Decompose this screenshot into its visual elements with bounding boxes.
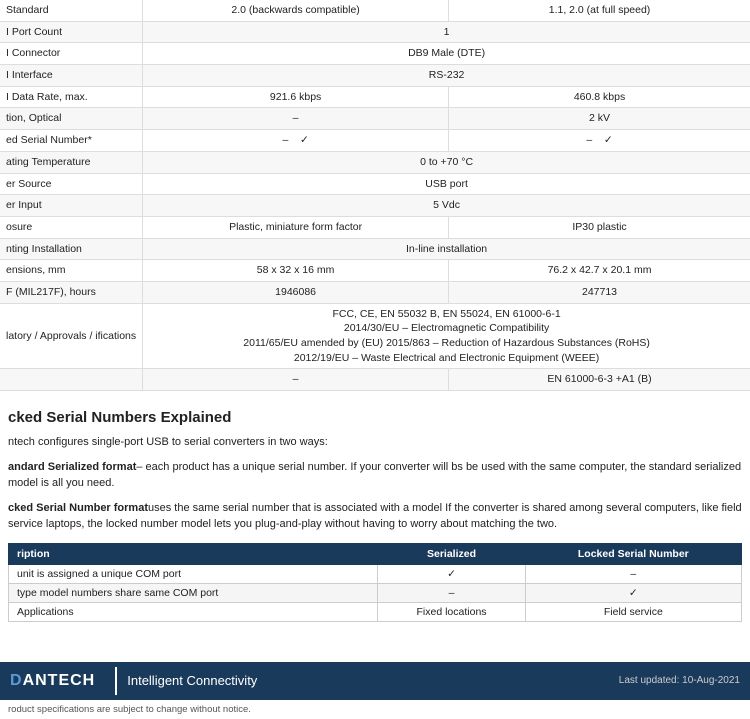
locked-table-header: Locked Serial Number — [525, 543, 741, 564]
spec-value: FCC, CE, EN 55032 B, EN 55024, EN 61000-… — [143, 303, 750, 369]
spec-label: latory / Approvals / ifications — [0, 303, 143, 369]
locked-row-desc: Applications — [9, 602, 378, 621]
footer-last-updated: Last updated: 10-Aug-2021 — [619, 675, 750, 686]
locked-format-text: cked Serial Number formatuses the same s… — [0, 500, 750, 533]
footer-divider — [115, 667, 117, 695]
spec-value: 5 Vdc — [143, 195, 750, 217]
footer-logo-text: DANTECH — [10, 672, 95, 690]
locked-row-serialized: – — [378, 583, 525, 602]
specs-table: Standard2.0 (backwards compatible)1.1, 2… — [0, 0, 750, 391]
spec-label: ed Serial Number* — [0, 130, 143, 152]
spec-label: tion, Optical — [0, 108, 143, 130]
intro-text: ntech configures single-port USB to seri… — [0, 434, 750, 451]
spec-value: 921.6 kbps — [143, 86, 449, 108]
spec-label: nting Installation — [0, 238, 143, 260]
spec-value: DB9 Male (DTE) — [143, 43, 750, 65]
section-heading: cked Serial Numbers Explained — [0, 409, 750, 426]
spec-label: ensions, mm — [0, 260, 143, 282]
locked-table-header: Serialized — [378, 543, 525, 564]
locked-row-locked: ✓ — [525, 583, 741, 602]
spec-value: In-line installation — [143, 238, 750, 260]
locked-table-header: ription — [9, 543, 378, 564]
spec-value: 460.8 kbps — [449, 86, 750, 108]
footer-note: roduct specifications are subject to cha… — [0, 700, 750, 719]
locked-row-desc: type model numbers share same COM port — [9, 583, 378, 602]
footer-tagline: Intelligent Connectivity — [127, 673, 257, 688]
spec-label: F (MIL217F), hours — [0, 281, 143, 303]
spec-label: I Interface — [0, 65, 143, 87]
spec-label: I Data Rate, max. — [0, 86, 143, 108]
locked-section: cked Serial Numbers Explained ntech conf… — [0, 409, 750, 622]
spec-value: RS-232 — [143, 65, 750, 87]
spec-value: – ✓ — [143, 130, 449, 152]
spec-value: IP30 plastic — [449, 216, 750, 238]
spec-label: I Connector — [0, 43, 143, 65]
spec-value: 76.2 x 42.7 x 20.1 mm — [449, 260, 750, 282]
locked-comparison-table: riptionSerializedLocked Serial Number un… — [8, 543, 742, 622]
locked-format-label: cked Serial Number format — [8, 502, 148, 514]
locked-row-serialized: ✓ — [378, 564, 525, 583]
spec-value: USB port — [143, 173, 750, 195]
spec-value: 1 — [143, 21, 750, 43]
spec-value: 2.0 (backwards compatible) — [143, 0, 449, 21]
standard-format-text: andard Serialized format– each product h… — [0, 459, 750, 492]
logo-d: D — [10, 672, 23, 689]
spec-label: ating Temperature — [0, 151, 143, 173]
spec-value: 58 x 32 x 16 mm — [143, 260, 449, 282]
spec-value: – ✓ — [449, 130, 750, 152]
locked-row-locked: Field service — [525, 602, 741, 621]
spec-label: Standard — [0, 0, 143, 21]
spec-label: er Source — [0, 173, 143, 195]
spec-value: 247713 — [449, 281, 750, 303]
locked-row-serialized: Fixed locations — [378, 602, 525, 621]
spec-value: Plastic, miniature form factor — [143, 216, 449, 238]
spec-value: EN 61000-6-3 +A1 (B) — [449, 369, 750, 391]
spec-label — [0, 369, 143, 391]
locked-row-locked: – — [525, 564, 741, 583]
spec-value: 1946086 — [143, 281, 449, 303]
standard-format-label: andard Serialized format — [8, 461, 136, 473]
spec-label: osure — [0, 216, 143, 238]
spec-value: – — [143, 369, 449, 391]
spec-value: 1.1, 2.0 (at full speed) — [449, 0, 750, 21]
spec-label: er Input — [0, 195, 143, 217]
logo-rest: ANTECH — [23, 672, 96, 689]
spec-value: – — [143, 108, 449, 130]
footer-logo: DANTECH — [0, 662, 105, 700]
spec-label: I Port Count — [0, 21, 143, 43]
locked-row-desc: unit is assigned a unique COM port — [9, 564, 378, 583]
spec-value: 0 to +70 °C — [143, 151, 750, 173]
footer: DANTECH Intelligent Connectivity Last up… — [0, 662, 750, 700]
spec-value: 2 kV — [449, 108, 750, 130]
